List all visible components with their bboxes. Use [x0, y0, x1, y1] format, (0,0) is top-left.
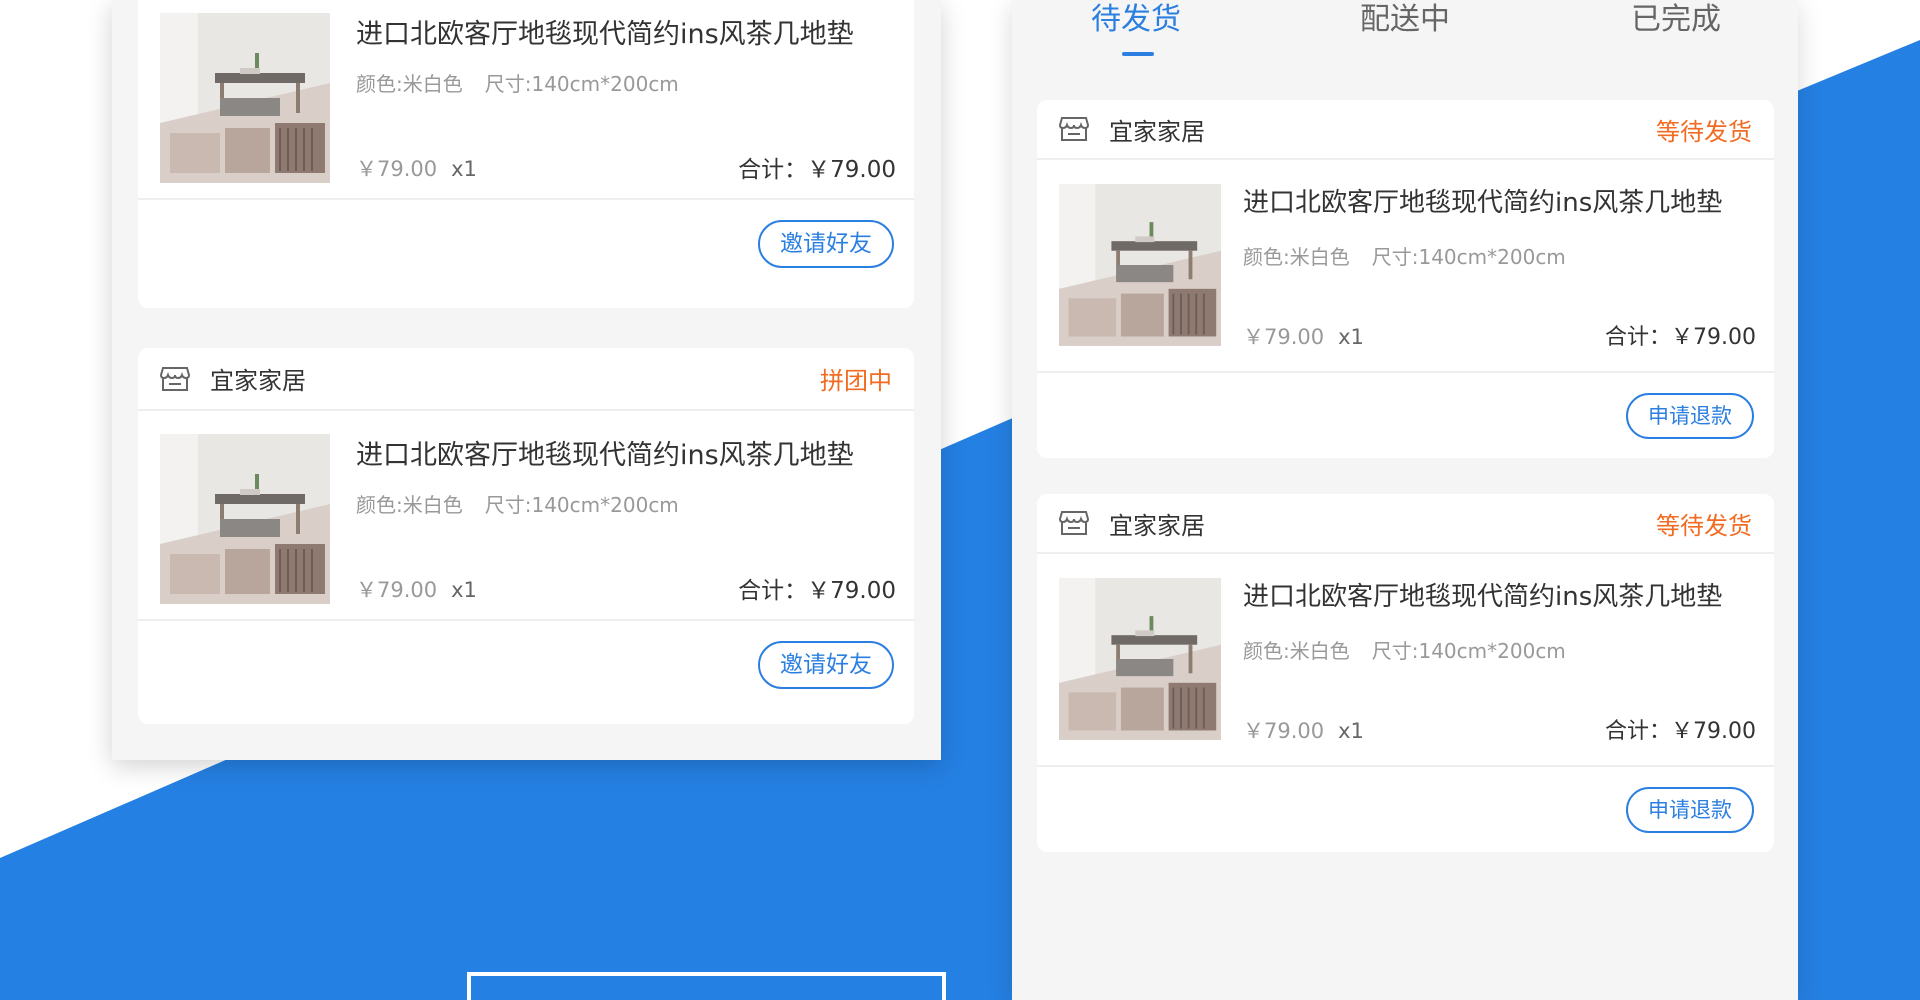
order-card-header[interactable]: 宜家家居 等待发货 [1037, 100, 1774, 160]
order-card-footer: 申请退款 [1037, 767, 1774, 852]
unit-price: ￥79.00 [356, 578, 438, 602]
invite-friend-button[interactable]: 邀请好友 [758, 220, 894, 268]
product-color: 颜色:米白色 [1243, 245, 1350, 269]
unit-price: ￥79.00 [356, 157, 438, 181]
order-list-panel-left: 进口北欧客厅地毯现代简约ins风茶几地垫 颜色:米白色 尺寸:140cm*200c… [112, 0, 941, 760]
order-product[interactable]: 进口北欧客厅地毯现代简约ins风茶几地垫 颜色:米白色 尺寸:140cm*200c… [138, 411, 914, 621]
order-card-header[interactable]: 宜家家居 等待发货 [1037, 494, 1774, 554]
product-spec: 颜色:米白色 尺寸:140cm*200cm [356, 68, 679, 97]
order-status: 等待发货 [1656, 511, 1752, 540]
product-title: 进口北欧客厅地毯现代简约ins风茶几地垫 [356, 440, 854, 471]
product-image [160, 13, 330, 183]
tab-pending-shipment[interactable]: 待发货 [1091, 0, 1181, 38]
order-status: 等待发货 [1656, 117, 1752, 146]
product-color: 颜色:米白色 [356, 72, 463, 96]
order-card: 进口北欧客厅地毯现代简约ins风茶几地垫 颜色:米白色 尺寸:140cm*200c… [138, 0, 914, 308]
tab-in-delivery[interactable]: 配送中 [1360, 0, 1450, 38]
product-image [1059, 184, 1221, 346]
product-title: 进口北欧客厅地毯现代简约ins风茶几地垫 [1243, 188, 1723, 218]
order-total: 合计：￥79.00 [1605, 325, 1756, 350]
order-status: 拼团中 [820, 367, 892, 395]
order-card-footer: 邀请好友 [138, 200, 914, 288]
product-image [160, 434, 330, 604]
order-product[interactable]: 进口北欧客厅地毯现代简约ins风茶几地垫 颜色:米白色 尺寸:140cm*200c… [1037, 160, 1774, 373]
request-refund-button[interactable]: 申请退款 [1626, 787, 1754, 833]
order-card-footer: 申请退款 [1037, 373, 1774, 458]
order-card-footer: 邀请好友 [138, 621, 914, 709]
product-title: 进口北欧客厅地毯现代简约ins风茶几地垫 [356, 19, 854, 50]
product-quantity: x1 [1338, 719, 1364, 743]
store-icon [1058, 116, 1090, 142]
order-card-header[interactable]: 宜家家居 拼团中 [138, 348, 914, 411]
store-name: 宜家家居 [210, 367, 306, 395]
product-quantity: x1 [451, 578, 477, 602]
product-quantity: x1 [1338, 325, 1364, 349]
order-product[interactable]: 进口北欧客厅地毯现代简约ins风茶几地垫 颜色:米白色 尺寸:140cm*200c… [1037, 554, 1774, 767]
order-total: 合计：￥79.00 [738, 578, 896, 604]
product-image [1059, 578, 1221, 740]
request-refund-button[interactable]: 申请退款 [1626, 393, 1754, 439]
order-card: 宜家家居 拼团中 进口北欧客厅地毯现代简约ins风茶几地垫 颜色:米白色 尺寸:… [138, 348, 914, 724]
order-total: 合计：￥79.00 [1605, 719, 1756, 744]
store-name: 宜家家居 [1109, 511, 1205, 540]
order-list-panel-right: 待发货 配送中 已完成 宜家家居 等待发货 进口北欧客厅地毯现代简约ins风茶几… [1012, 0, 1798, 1000]
store-name: 宜家家居 [1109, 117, 1205, 146]
product-size: 尺寸:140cm*200cm [1371, 245, 1566, 269]
product-size: 尺寸:140cm*200cm [1371, 639, 1566, 663]
product-color: 颜色:米白色 [1243, 639, 1350, 663]
order-status-tabs: 待发货 配送中 已完成 [1012, 0, 1798, 70]
product-size: 尺寸:140cm*200cm [484, 493, 679, 517]
order-total: 合计：￥79.00 [738, 157, 896, 183]
product-size: 尺寸:140cm*200cm [484, 72, 679, 96]
order-product[interactable]: 进口北欧客厅地毯现代简约ins风茶几地垫 颜色:米白色 尺寸:140cm*200c… [138, 0, 914, 200]
product-spec: 颜色:米白色 尺寸:140cm*200cm [1243, 241, 1566, 270]
product-quantity: x1 [451, 157, 477, 181]
product-price: ￥79.00 x1 [356, 574, 477, 604]
unit-price: ￥79.00 [1243, 719, 1325, 743]
product-price: ￥79.00 x1 [1243, 715, 1364, 745]
bottom-frame-outline [467, 972, 946, 1000]
product-price: ￥79.00 x1 [356, 153, 477, 183]
product-spec: 颜色:米白色 尺寸:140cm*200cm [1243, 635, 1566, 664]
product-price: ￥79.00 x1 [1243, 321, 1364, 351]
product-color: 颜色:米白色 [356, 493, 463, 517]
product-title: 进口北欧客厅地毯现代简约ins风茶几地垫 [1243, 582, 1723, 612]
tab-completed[interactable]: 已完成 [1631, 0, 1721, 38]
active-tab-indicator [1122, 52, 1154, 56]
order-card: 宜家家居 等待发货 进口北欧客厅地毯现代简约ins风茶几地垫 颜色:米白色 尺寸… [1037, 100, 1774, 458]
product-spec: 颜色:米白色 尺寸:140cm*200cm [356, 489, 679, 518]
invite-friend-button[interactable]: 邀请好友 [758, 641, 894, 689]
store-icon [159, 366, 191, 392]
store-icon [1058, 510, 1090, 536]
order-card: 宜家家居 等待发货 进口北欧客厅地毯现代简约ins风茶几地垫 颜色:米白色 尺寸… [1037, 494, 1774, 852]
unit-price: ￥79.00 [1243, 325, 1325, 349]
